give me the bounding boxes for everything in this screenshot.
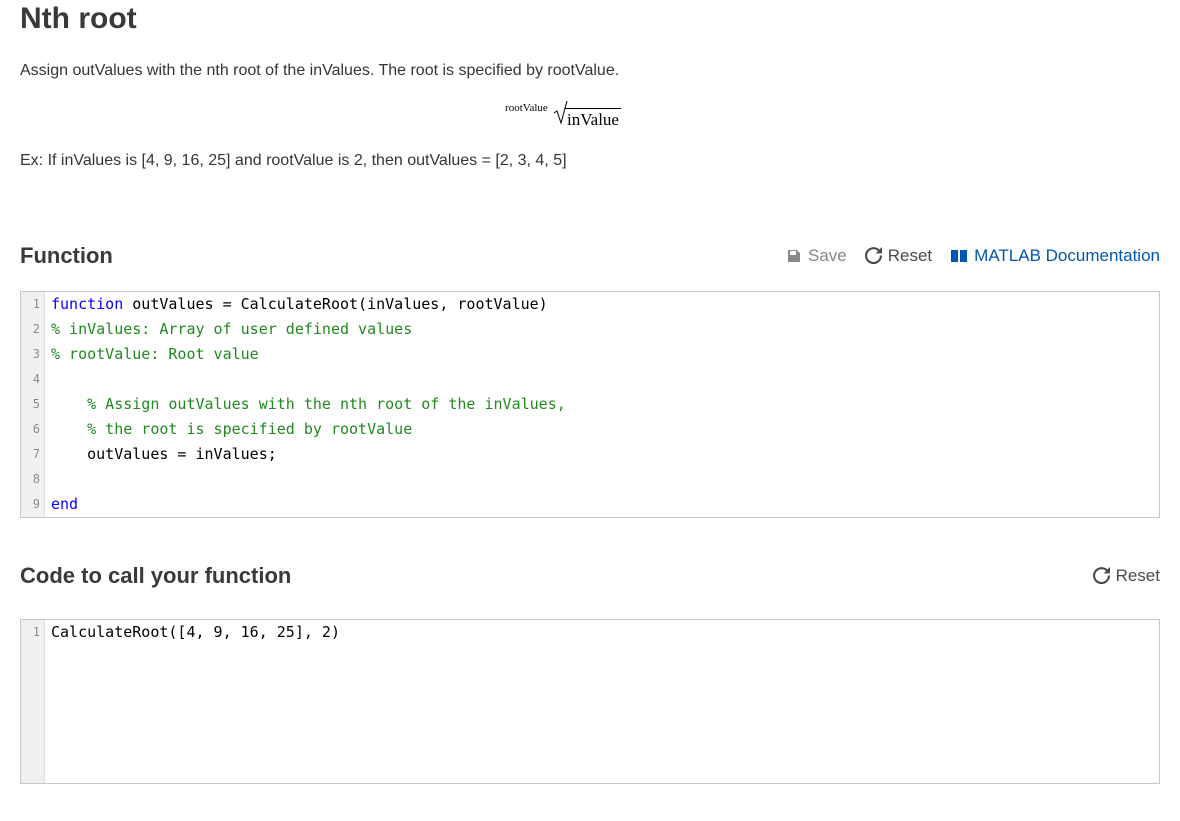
save-button[interactable]: Save [786,246,847,266]
formula-radicand: inValue [565,108,621,129]
radical-icon [554,101,568,125]
line-number: 2 [21,317,45,342]
save-icon [786,248,802,264]
problem-description: Assign outValues with the nth root of th… [20,60,1160,82]
reset-label: Reset [1116,566,1160,586]
code-content[interactable]: % the root is specified by rootValue [45,417,1159,442]
matlab-doc-link[interactable]: MATLAB Documentation [950,246,1160,266]
line-number: 8 [21,467,45,492]
code-content[interactable]: outValues = inValues; [45,442,1159,467]
line-number: 9 [21,492,45,517]
code-content[interactable]: % Assign outValues with the nth root of … [45,392,1159,417]
code-line[interactable]: 5 % Assign outValues with the nth root o… [21,392,1159,417]
code-content[interactable]: CalculateRoot([4, 9, 16, 25], 2) [45,620,1159,645]
code-line[interactable]: 4 [21,367,1159,392]
code-content[interactable]: % inValues: Array of user defined values [45,317,1159,342]
book-icon [950,249,968,263]
code-content[interactable]: end [45,492,1159,517]
reset-function-button[interactable]: Reset [865,246,932,266]
line-number: 7 [21,442,45,467]
gutter [21,645,45,783]
code-line[interactable]: 2% inValues: Array of user defined value… [21,317,1159,342]
line-number: 3 [21,342,45,367]
page-title: Nth root [20,0,1160,36]
reset-call-button[interactable]: Reset [1093,566,1160,586]
code-line[interactable]: 6 % the root is specified by rootValue [21,417,1159,442]
code-line[interactable]: 3% rootValue: Root value [21,342,1159,367]
line-number: 1 [21,292,45,317]
line-number: 4 [21,367,45,392]
doc-label: MATLAB Documentation [974,246,1160,266]
call-code-editor[interactable]: 1CalculateRoot([4, 9, 16, 25], 2) [20,619,1160,784]
code-content[interactable]: % rootValue: Root value [45,342,1159,367]
call-heading: Code to call your function [20,563,291,589]
code-content[interactable] [45,367,1159,392]
save-label: Save [808,246,847,266]
code-content[interactable]: function outValues = CalculateRoot(inVal… [45,292,1159,317]
line-number: 1 [21,620,45,645]
code-content[interactable] [45,467,1159,492]
reset-icon [1093,567,1110,584]
function-heading: Function [20,243,113,269]
code-line[interactable]: 8 [21,467,1159,492]
formula-index: rootValue [505,102,548,114]
code-line[interactable]: 1function outValues = CalculateRoot(inVa… [21,292,1159,317]
formula: rootValue inValue [20,104,1160,130]
line-number: 6 [21,417,45,442]
code-line[interactable]: 9end [21,492,1159,517]
reset-label: Reset [888,246,932,266]
function-code-editor[interactable]: 1function outValues = CalculateRoot(inVa… [20,291,1160,518]
code-line[interactable]: 7 outValues = inValues; [21,442,1159,467]
problem-example: Ex: If inValues is [4, 9, 16, 25] and ro… [20,150,1160,172]
reset-icon [865,247,882,264]
line-number: 5 [21,392,45,417]
code-line[interactable]: 1CalculateRoot([4, 9, 16, 25], 2) [21,620,1159,645]
